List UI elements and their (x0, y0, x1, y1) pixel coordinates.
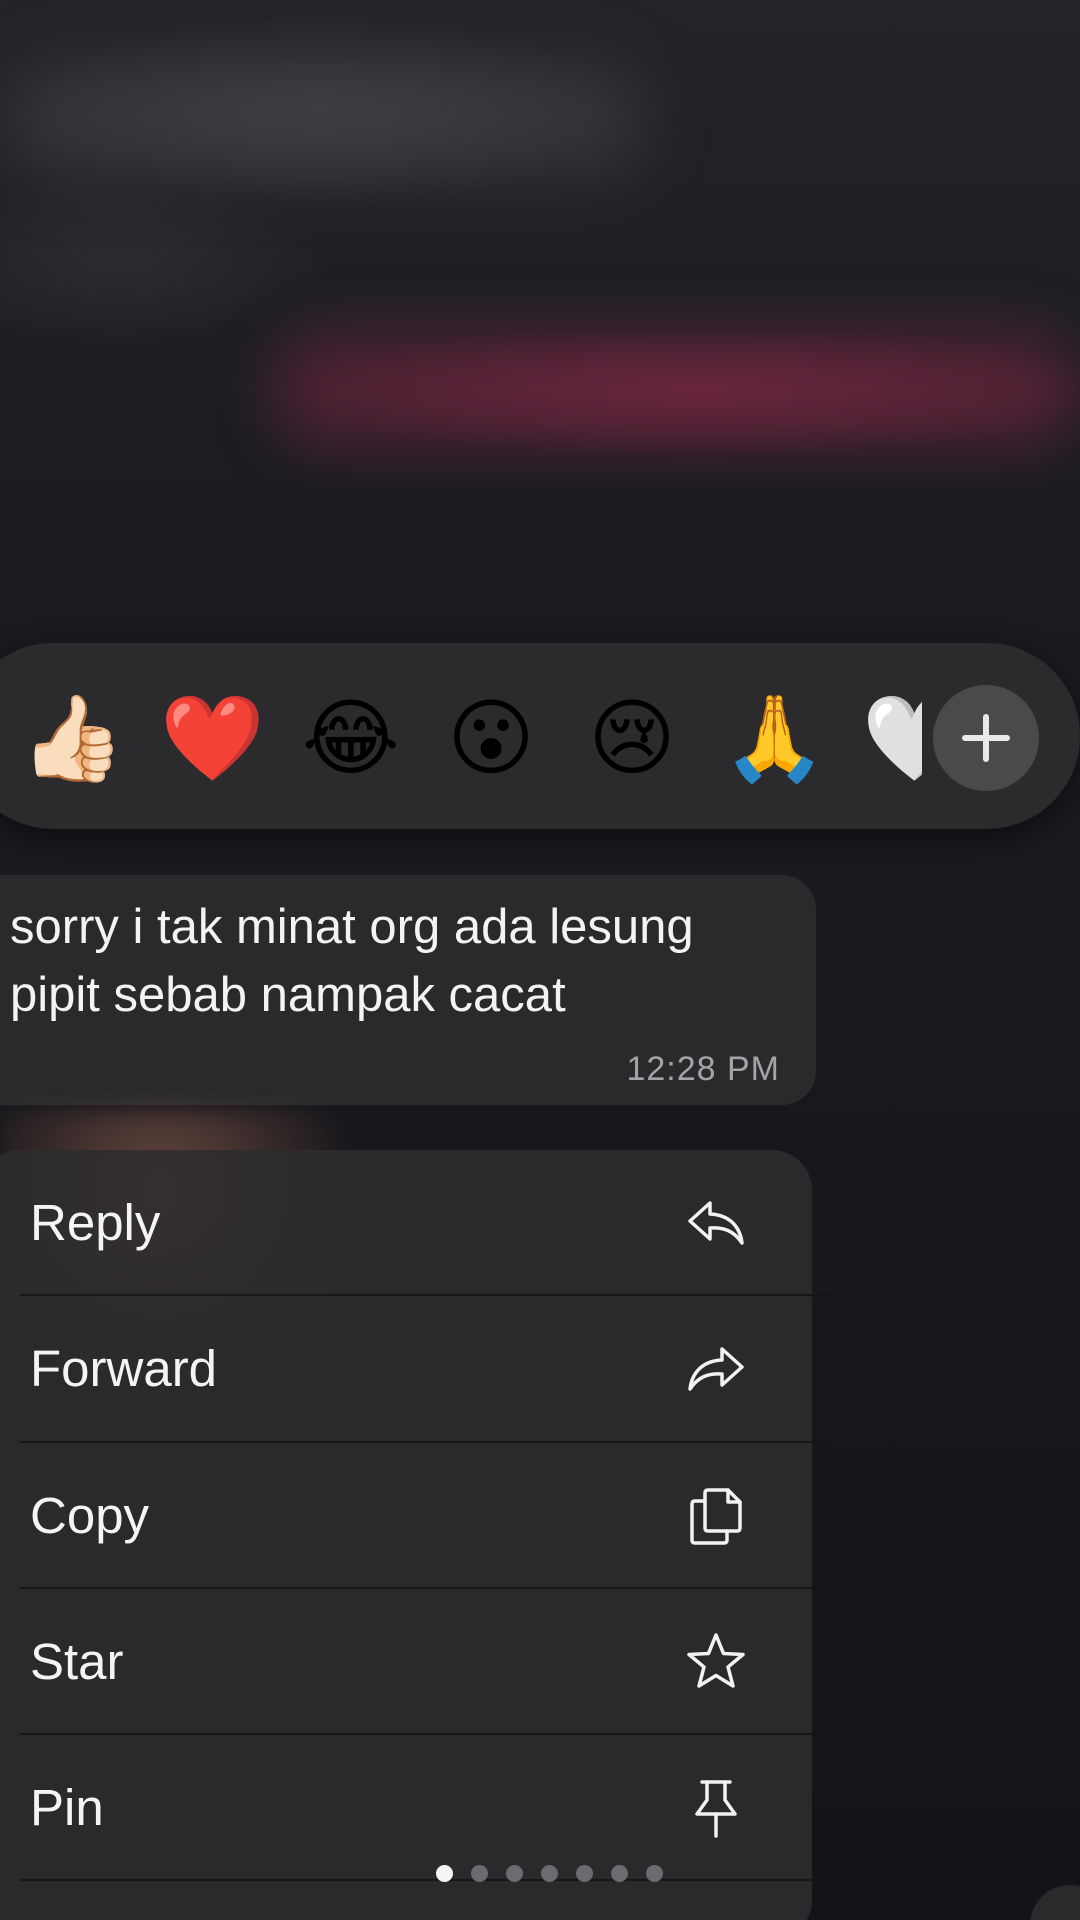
page-dot[interactable] (646, 1865, 663, 1882)
menu-item-reply[interactable]: Reply (20, 1150, 832, 1296)
reply-icon (684, 1191, 748, 1255)
background-element (1030, 1885, 1080, 1920)
menu-item-label: Pin (30, 1779, 104, 1836)
menu-item-pin[interactable]: Pin (20, 1735, 832, 1881)
page-dot[interactable] (541, 1865, 558, 1882)
menu-item-label: Forward (30, 1340, 218, 1397)
message-timestamp: 12:28 PM (626, 1050, 780, 1088)
menu-divider (20, 1879, 832, 1881)
star-icon (684, 1630, 748, 1694)
menu-item-copy[interactable]: Copy (20, 1443, 832, 1589)
page-dot[interactable] (506, 1865, 523, 1882)
copy-icon (684, 1484, 748, 1548)
pin-icon (684, 1776, 748, 1840)
reaction-surprised[interactable]: 😮 (441, 688, 541, 788)
page-dot[interactable] (471, 1865, 488, 1882)
page-dot[interactable] (576, 1865, 593, 1882)
blurred-background-message (0, 60, 650, 180)
reaction-folded-hands[interactable]: 🙏 (722, 688, 827, 788)
chat-screen: 👍🏻 ❤️ 😂 😮 😢 🙏 🤍 sorry i tak minat org ad… (0, 0, 1080, 1920)
page-indicator[interactable] (436, 1865, 666, 1883)
reaction-red-heart[interactable]: ❤️ (160, 688, 265, 788)
message-text: sorry i tak minat org ada lesung pipit s… (10, 900, 694, 1022)
page-dot-active[interactable] (436, 1865, 453, 1882)
forward-icon (684, 1337, 748, 1401)
reaction-tears-of-joy[interactable]: 😂 (301, 688, 401, 788)
more-reactions-button[interactable] (933, 685, 1039, 791)
reaction-crying[interactable]: 😢 (582, 688, 682, 788)
menu-item-label: Copy (30, 1487, 150, 1544)
menu-item-star[interactable]: Star (20, 1589, 832, 1735)
reaction-white-heart[interactable]: 🤍 (862, 688, 922, 788)
blurred-background-message (270, 330, 1080, 450)
reaction-thumbs-up[interactable]: 👍🏻 (20, 688, 125, 788)
menu-item-forward[interactable]: Forward (20, 1296, 832, 1442)
page-dot[interactable] (611, 1865, 628, 1882)
menu-item-label: Reply (30, 1194, 161, 1251)
menu-item-label: Star (30, 1633, 124, 1690)
